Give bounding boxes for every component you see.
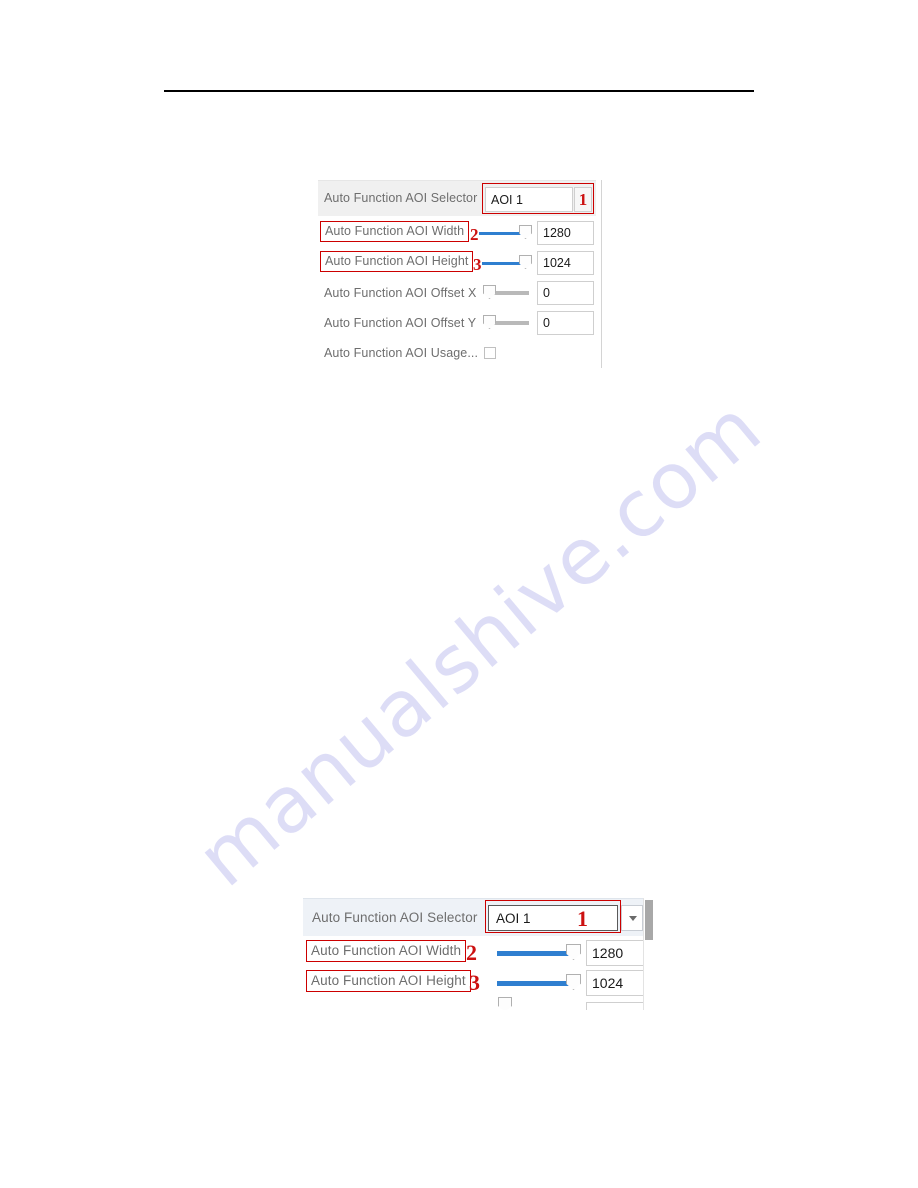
aoi-offset-y-slider[interactable] [483, 308, 537, 338]
aoi-usage-checkbox[interactable] [484, 347, 496, 359]
annotation-number-1: 1 [577, 906, 588, 931]
slider-track-filled [497, 950, 569, 956]
slider-thumb[interactable] [519, 255, 532, 269]
aoi-height-slider[interactable] [497, 968, 581, 998]
selector-dropdown-button[interactable]: 1 [574, 187, 592, 212]
selector-value-field[interactable]: AOI 1 [485, 187, 573, 212]
aoi-offset-y-label: Auto Function AOI Offset Y [324, 316, 477, 330]
annotation-number-3: 3 [473, 255, 482, 274]
selector-row-top: Auto Function AOI Selector AOI 1 1 [318, 180, 596, 216]
watermark: manualshive.com [180, 382, 779, 905]
selector-combobox-value: AOI 1 [496, 910, 531, 926]
row-partial-clipped [303, 997, 645, 1010]
aoi-width-slider[interactable] [497, 938, 581, 968]
annotation-number-2: 2 [470, 225, 479, 244]
slider-thumb[interactable] [483, 285, 496, 299]
row-aoi-offset-y: Auto Function AOI Offset Y 0 [318, 308, 596, 338]
row-aoi-width: Auto Function AOI Width 2 1280 [318, 218, 596, 248]
slider-thumb[interactable] [483, 315, 496, 329]
aoi-width-value-field[interactable]: 1280 [537, 221, 594, 245]
row-aoi-usage: Auto Function AOI Usage... [318, 338, 596, 368]
slider-track-filled [497, 980, 569, 986]
selector-row-bottom: Auto Function AOI Selector AOI 1 1 [303, 898, 645, 936]
panel-scroll-edge[interactable] [601, 180, 602, 368]
aoi-height-value-field[interactable]: 1024 [537, 251, 594, 275]
annotation-number-1: 1 [578, 190, 588, 209]
aoi-height-label: Auto Function AOI Height [306, 970, 471, 992]
aoi-offset-x-slider[interactable] [483, 278, 537, 308]
annotation-number-3: 3 [469, 970, 480, 995]
annotation-number-2: 2 [466, 940, 477, 965]
scrollbar-thumb[interactable] [645, 900, 653, 940]
slider-thumb[interactable] [519, 225, 532, 239]
aoi-width-value-field[interactable]: 1280 [586, 940, 644, 966]
row-aoi-width: Auto Function AOI Width 2 1280 [303, 938, 645, 968]
slider-track-filled [482, 261, 521, 265]
slider-thumb[interactable] [498, 997, 512, 1010]
auto-function-aoi-panel-top: Auto Function AOI Selector AOI 1 1 Auto … [318, 180, 602, 368]
row-aoi-height: Auto Function AOI Height 3 1024 [318, 248, 596, 278]
slider-track-filled [479, 231, 521, 235]
slider-thumb[interactable] [566, 944, 581, 960]
row-aoi-offset-x: Auto Function AOI Offset X 0 [318, 278, 596, 308]
aoi-offset-y-value-field[interactable]: 0 [537, 311, 594, 335]
partial-value-field[interactable] [586, 1002, 644, 1010]
auto-function-aoi-panel-bottom: Auto Function AOI Selector AOI 1 1 Auto … [303, 898, 653, 1010]
aoi-width-slider[interactable] [479, 218, 535, 248]
row-aoi-height: Auto Function AOI Height 3 1024 [303, 968, 645, 998]
aoi-height-value-field[interactable]: 1024 [586, 970, 644, 996]
panel-scrollbar[interactable] [643, 898, 653, 1010]
aoi-width-label: Auto Function AOI Width [320, 221, 470, 242]
selector-label: Auto Function AOI Selector [324, 191, 478, 205]
slider-thumb[interactable] [566, 974, 581, 990]
aoi-offset-x-value-field[interactable]: 0 [537, 281, 594, 305]
aoi-width-label: Auto Function AOI Width [306, 940, 467, 962]
selector-label: Auto Function AOI Selector [312, 910, 478, 925]
aoi-offset-x-label: Auto Function AOI Offset X [324, 286, 477, 300]
aoi-usage-label: Auto Function AOI Usage... [324, 346, 479, 360]
chevron-down-icon[interactable] [621, 905, 643, 931]
page-header-rule [164, 90, 754, 92]
selector-combobox[interactable]: AOI 1 1 [488, 905, 618, 931]
aoi-height-label: Auto Function AOI Height [320, 251, 474, 272]
aoi-height-slider[interactable] [482, 248, 538, 278]
